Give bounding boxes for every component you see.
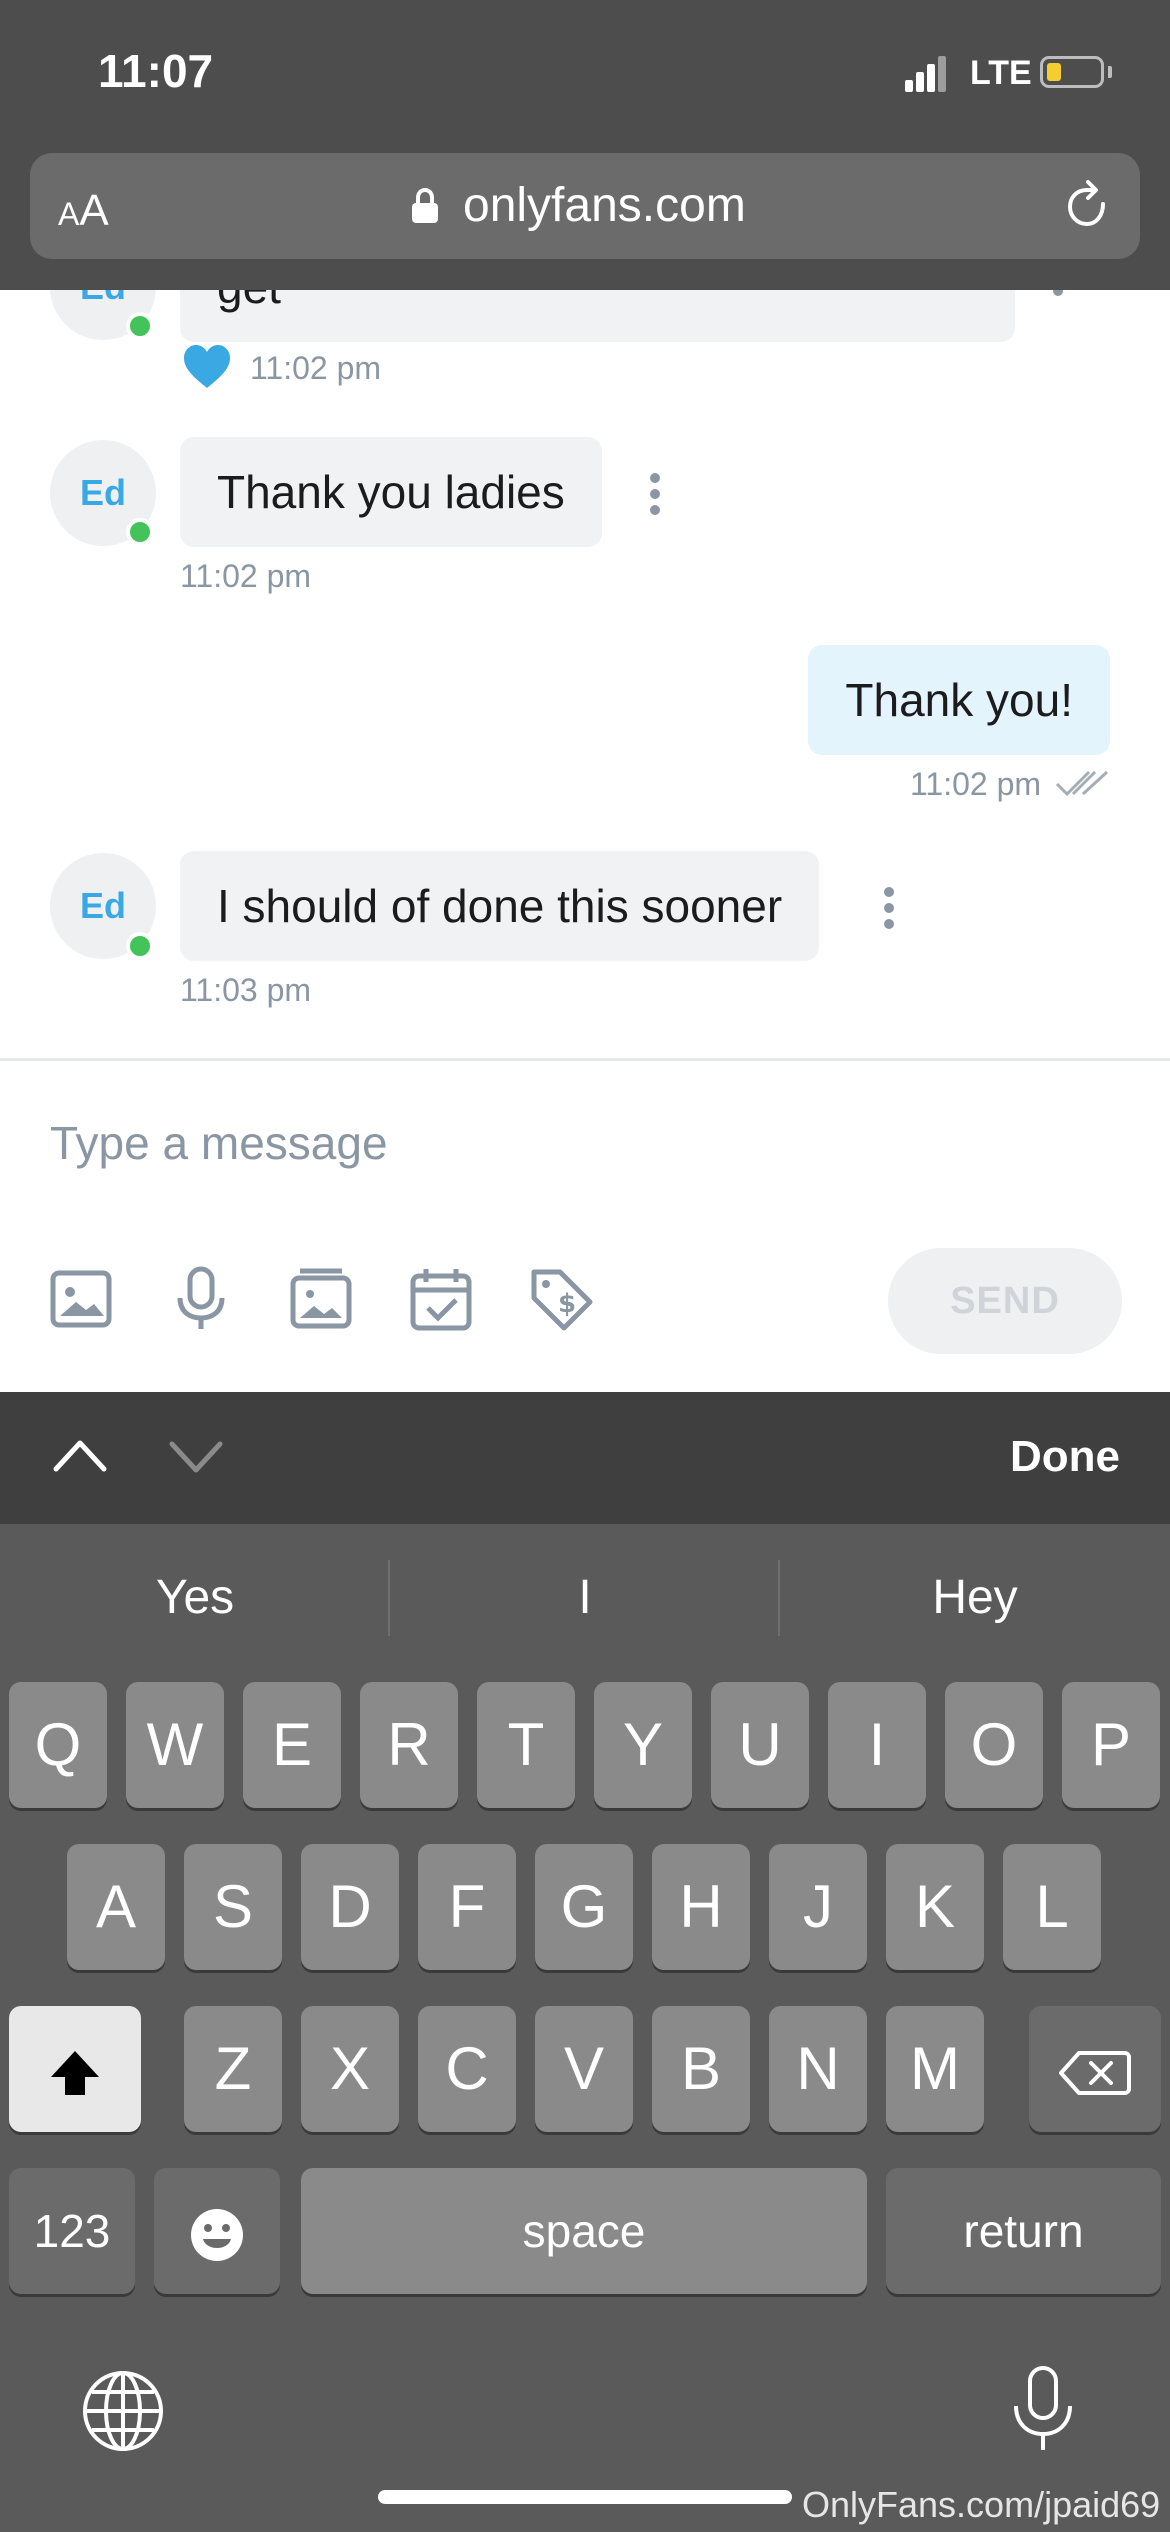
key-v[interactable]: V — [535, 2006, 633, 2132]
done-button[interactable]: Done — [1010, 1432, 1120, 1482]
message-text: Thank you! — [845, 674, 1073, 726]
key-r[interactable]: R — [360, 1682, 458, 1808]
key-d[interactable]: D — [301, 1844, 399, 1970]
shift-key[interactable] — [9, 2006, 141, 2132]
message-text: I should of done this sooner — [217, 880, 783, 932]
key-m[interactable]: M — [886, 2006, 984, 2132]
message-time: 11:02 pm — [910, 766, 1042, 802]
watermark: OnlyFans.com/jpaid69 — [802, 2484, 1161, 2525]
calendar-icon[interactable] — [408, 1266, 474, 1332]
text-size-large-label: A — [79, 186, 109, 235]
key-p[interactable]: P — [1062, 1682, 1160, 1808]
key-w[interactable]: W — [126, 1682, 224, 1808]
text-size-button[interactable]: AA — [58, 186, 109, 236]
price-tag-icon[interactable]: $ — [528, 1266, 594, 1332]
send-button[interactable]: SEND — [888, 1248, 1122, 1354]
reload-icon[interactable] — [1063, 180, 1113, 234]
heart-icon[interactable] — [182, 344, 232, 390]
signal-icon — [905, 56, 947, 92]
key-g[interactable]: G — [535, 1844, 633, 1970]
battery-icon — [1040, 56, 1104, 88]
suggestion-1[interactable]: Yes — [0, 1570, 390, 1625]
home-indicator[interactable] — [378, 2490, 792, 2504]
microphone-icon[interactable] — [168, 1266, 234, 1332]
key-u[interactable]: U — [711, 1682, 809, 1808]
message-time: 11:02 pm — [180, 558, 312, 594]
key-y[interactable]: Y — [594, 1682, 692, 1808]
key-b[interactable]: B — [652, 2006, 750, 2132]
lock-icon — [412, 188, 438, 223]
online-indicator — [126, 518, 154, 546]
key-z[interactable]: Z — [184, 2006, 282, 2132]
key-l[interactable]: L — [1003, 1844, 1101, 1970]
url-text[interactable]: onlyfans.com — [463, 178, 746, 233]
message-options-icon[interactable] — [884, 887, 894, 929]
key-h[interactable]: H — [652, 1844, 750, 1970]
key-a[interactable]: A — [67, 1844, 165, 1970]
battery-nub — [1108, 66, 1112, 78]
message-bubble[interactable]: I should of done this sooner — [180, 851, 820, 961]
message-input[interactable] — [50, 1108, 850, 1178]
key-t[interactable]: T — [477, 1682, 575, 1808]
text-size-small-label: A — [58, 196, 80, 232]
network-type: LTE — [970, 54, 1032, 92]
key-x[interactable]: X — [301, 2006, 399, 2132]
globe-icon[interactable] — [82, 2370, 164, 2452]
svg-text:$: $ — [558, 1289, 576, 1319]
key-c[interactable]: C — [418, 2006, 516, 2132]
next-field-icon[interactable] — [168, 1440, 224, 1476]
message-time: 11:02 pm — [250, 350, 382, 386]
suggestion-2[interactable]: I — [390, 1570, 780, 1625]
key-f[interactable]: F — [418, 1844, 516, 1970]
key-e[interactable]: E — [243, 1682, 341, 1808]
battery-level — [1047, 63, 1061, 81]
numbers-key[interactable]: 123 — [9, 2168, 135, 2294]
shift-arrow-icon — [51, 2051, 99, 2096]
key-n[interactable]: N — [769, 2006, 867, 2132]
dictation-icon[interactable] — [1010, 2364, 1076, 2454]
key-q[interactable]: Q — [9, 1682, 107, 1808]
previous-field-icon[interactable] — [52, 1437, 108, 1473]
key-o[interactable]: O — [945, 1682, 1043, 1808]
return-key[interactable]: return — [886, 2168, 1161, 2294]
online-indicator — [126, 932, 154, 960]
message-options-icon[interactable] — [650, 473, 660, 515]
online-indicator — [126, 312, 154, 340]
space-key[interactable]: space — [301, 2168, 867, 2294]
key-s[interactable]: S — [184, 1844, 282, 1970]
key-k[interactable]: K — [886, 1844, 984, 1970]
delete-icon — [1059, 2051, 1131, 2096]
composer-divider — [0, 1058, 1170, 1061]
message-time: 11:03 pm — [180, 972, 312, 1008]
suggestion-3[interactable]: Hey — [780, 1570, 1170, 1625]
gallery-icon[interactable] — [288, 1266, 354, 1332]
emoji-icon — [191, 2209, 243, 2262]
message-text: Thank you ladies — [217, 466, 565, 518]
message-bubble[interactable]: Thank you ladies — [180, 437, 602, 547]
emoji-key[interactable] — [154, 2168, 280, 2294]
my-message-bubble[interactable]: Thank you! — [808, 645, 1110, 755]
status-time: 11:07 — [98, 45, 214, 97]
image-icon[interactable] — [48, 1266, 114, 1332]
read-receipt-icon — [1055, 770, 1109, 797]
key-i[interactable]: I — [828, 1682, 926, 1808]
delete-key[interactable] — [1029, 2006, 1161, 2132]
key-j[interactable]: J — [769, 1844, 867, 1970]
